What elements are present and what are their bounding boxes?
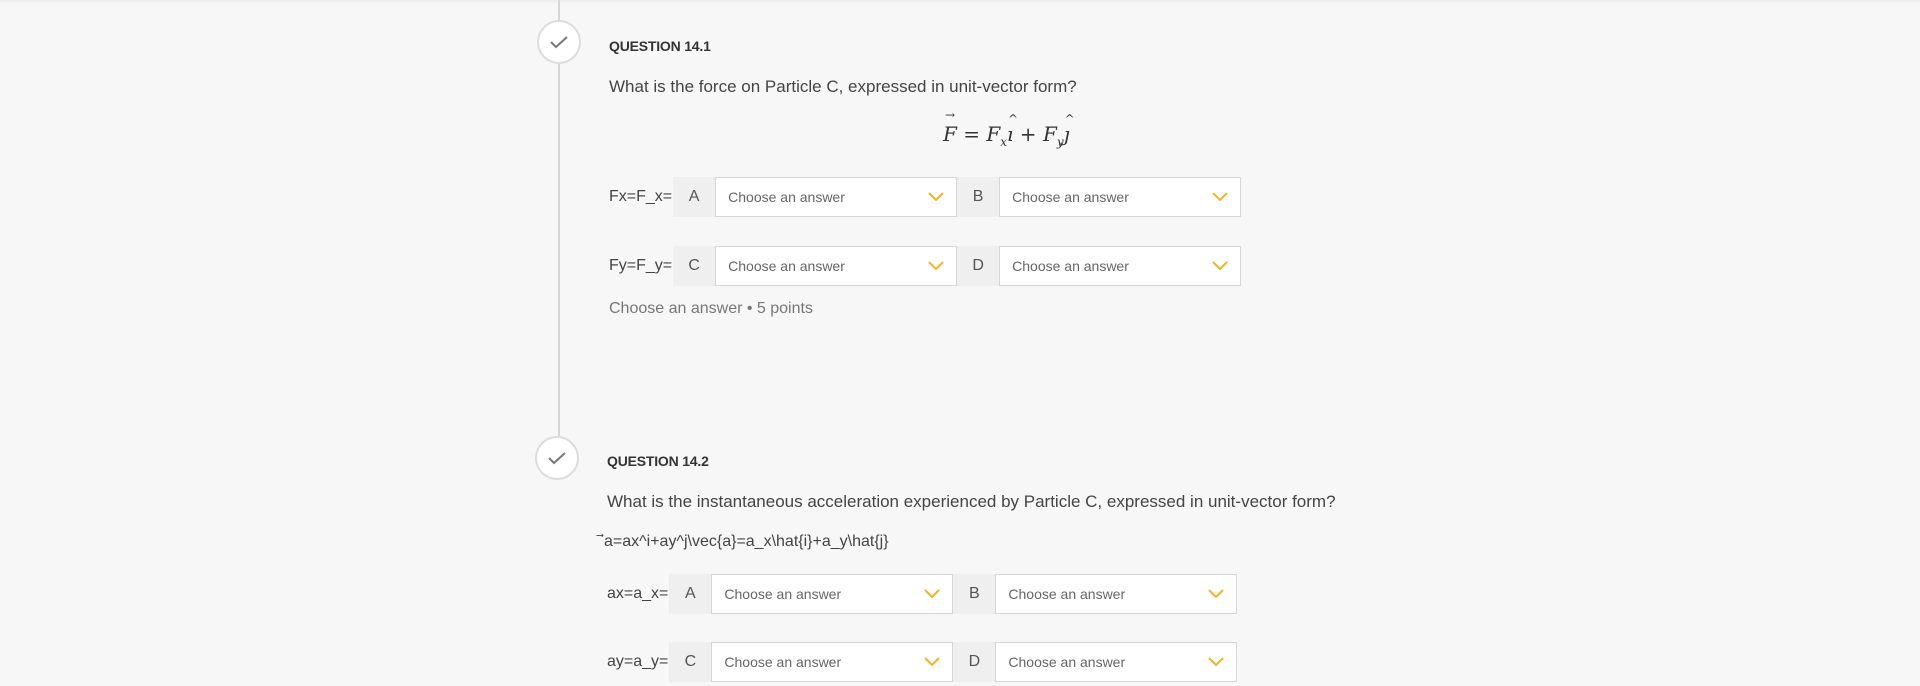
answer-dropdown-b[interactable]: Choose an answer (999, 177, 1242, 217)
answer-dropdown-d[interactable]: Choose an answer (995, 642, 1238, 682)
answer-dropdown-a[interactable]: Choose an answer (711, 574, 954, 614)
answer-dropdown-a[interactable]: Choose an answer (715, 177, 958, 217)
blank-letter: D (953, 642, 996, 682)
answer-row-fy: Fy=F_y= C Choose an answer D Choose an a… (609, 246, 1242, 286)
row-label: ax=a_x= (607, 585, 669, 602)
row-label: Fy=F_y= (609, 257, 673, 274)
row-label: ay=a_y= (607, 653, 669, 670)
blank-letter: B (957, 177, 1000, 217)
blank-letter: D (957, 246, 1000, 286)
chevron-down-icon (1212, 192, 1228, 202)
chevron-down-icon (928, 261, 944, 271)
row-label: Fx=F_x= (609, 188, 673, 205)
question-complete-indicator (537, 20, 581, 64)
answer-row-fx: Fx=F_x= A Choose an answer B Choose an a… (609, 177, 1242, 217)
chevron-down-icon (924, 589, 941, 599)
question-number: QUESTION 14.1 (609, 38, 711, 54)
dropdown-value: Choose an answer (1012, 258, 1129, 274)
question-text: What is the force on Particle C, express… (609, 77, 1077, 96)
blank-letter: C (673, 246, 716, 286)
chevron-down-icon (1208, 589, 1225, 599)
dropdown-value: Choose an answer (1008, 654, 1126, 670)
chevron-down-icon (928, 192, 944, 202)
timeline-line (558, 0, 560, 20)
blank-letter: A (669, 574, 712, 614)
question-complete-indicator (535, 436, 579, 480)
chevron-down-icon (924, 657, 941, 667)
blank-letter: B (953, 574, 996, 614)
dropdown-value: Choose an answer (724, 654, 842, 670)
answer-dropdown-c[interactable]: Choose an answer (715, 246, 958, 286)
timeline-line (558, 64, 560, 436)
answer-dropdown-d[interactable]: Choose an answer (999, 246, 1242, 286)
chevron-down-icon (1208, 657, 1225, 667)
blank-letter: C (669, 642, 712, 682)
blank-letter: A (673, 177, 716, 217)
header-shadow (0, 0, 1920, 4)
dropdown-value: Choose an answer (1012, 189, 1129, 205)
question-status: Choose an answer • 5 points (609, 300, 813, 317)
force-formula: F = Fxı + Fyȷ (943, 108, 1075, 149)
dropdown-value: Choose an answer (728, 189, 845, 205)
answer-dropdown-b[interactable]: Choose an answer (995, 574, 1238, 614)
chevron-down-icon (1212, 261, 1228, 271)
answer-dropdown-c[interactable]: Choose an answer (711, 642, 954, 682)
answer-row-ax: ax=a_x= A Choose an answer B Choose an a… (607, 574, 1238, 614)
checkmark-icon (550, 36, 568, 49)
answer-row-ay: ay=a_y= C Choose an answer D Choose an a… (607, 642, 1238, 682)
dropdown-value: Choose an answer (724, 586, 842, 602)
checkmark-icon (548, 452, 566, 465)
dropdown-value: Choose an answer (728, 258, 845, 274)
question-text: What is the instantaneous acceleration e… (607, 492, 1336, 511)
dropdown-value: Choose an answer (1008, 586, 1126, 602)
question-number: QUESTION 14.2 (607, 453, 709, 469)
acceleration-formula: ⃗a=ax^i+ay^j\vec{a}=a_x\hat{i}+a_y\hat{j… (604, 533, 889, 550)
